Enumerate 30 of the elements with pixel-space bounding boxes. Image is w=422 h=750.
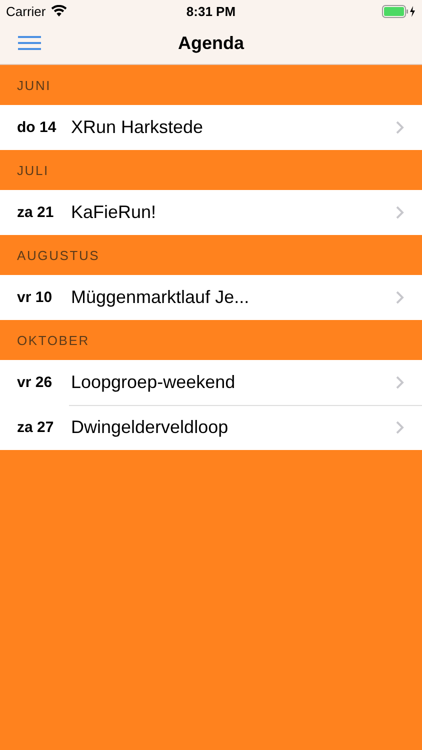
event-row[interactable]: vr 26 Loopgroep-weekend — [0, 360, 422, 405]
event-name: KaFieRun! — [71, 202, 158, 223]
status-time: 8:31 PM — [186, 4, 236, 18]
section-header: AUGUSTUS — [16, 246, 101, 264]
nav-title: Agenda — [178, 32, 244, 54]
event-row[interactable]: za 21 KaFieRun! — [0, 190, 422, 235]
event-date: do 14 — [16, 119, 58, 136]
chevron-icon — [396, 421, 404, 434]
chevron-icon — [396, 376, 404, 389]
event-date: vr 10 — [16, 289, 54, 306]
section-header: OKTOBER — [16, 332, 90, 350]
section-header: JULI — [16, 162, 50, 180]
event-name: Müggenmarktlauf Je... — [71, 287, 250, 308]
section-header: JUNI — [16, 76, 52, 94]
event-date: za 27 — [16, 419, 55, 436]
carrier-label: Carrier — [6, 4, 46, 18]
event-date: za 21 — [16, 204, 55, 221]
event-name: Dwingelderveldloop — [71, 417, 230, 438]
event-name: XRun Harkstede — [71, 117, 204, 138]
event-row[interactable]: za 27 Dwingelderveldloop — [0, 405, 422, 450]
menu-icon — [18, 36, 41, 50]
wifi-icon — [50, 5, 67, 17]
event-row[interactable]: vr 10 Müggenmarktlauf Je... — [0, 275, 422, 320]
chevron-icon — [396, 206, 404, 219]
chevron-icon — [396, 121, 404, 134]
battery-icon — [382, 4, 416, 18]
event-row[interactable]: do 14 XRun Harkstede — [0, 105, 422, 150]
event-name: Loopgroep-weekend — [71, 372, 236, 393]
chevron-icon — [396, 291, 404, 304]
event-date: vr 26 — [16, 374, 54, 391]
